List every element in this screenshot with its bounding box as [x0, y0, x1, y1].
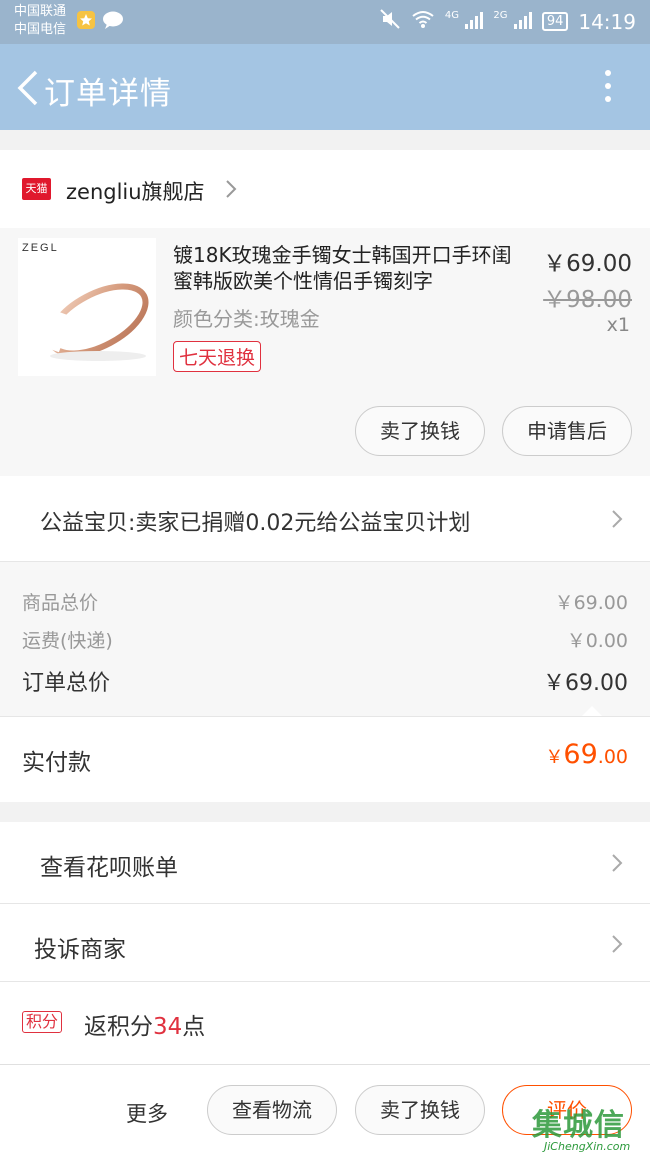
points-text: 返积分34点	[84, 1007, 205, 1041]
signal-4g-icon	[465, 11, 484, 29]
charity-row[interactable]: 公益宝贝:卖家已捐赠0.02元给公益宝贝计划	[0, 476, 650, 562]
mute-icon	[379, 8, 401, 35]
points-number: 34	[153, 1014, 183, 1040]
paid-label: 实付款	[22, 750, 91, 776]
points-prefix: 返积分	[84, 1014, 153, 1040]
original-price: ￥98.00	[543, 287, 632, 313]
after-sale-button[interactable]: 申请售后	[502, 406, 632, 456]
huabei-bill-label: 查看花呗账单	[40, 855, 178, 881]
chevron-right-icon	[612, 510, 623, 528]
order-total-value: ￥69.00	[543, 671, 628, 696]
status-bar: 中国联通 中国电信 4G 2G 94 14:19	[0, 0, 650, 44]
complain-seller-row[interactable]: 投诉商家	[0, 904, 650, 982]
goods-total-value: ￥69.00	[554, 592, 628, 614]
order-total-row: 订单总价 ￥69.00	[22, 665, 628, 697]
complain-seller-label: 投诉商家	[34, 937, 126, 963]
net-2g-label: 2G	[493, 9, 508, 21]
goods-total-label: 商品总价	[22, 592, 99, 614]
points-badge: 积分	[22, 1011, 63, 1033]
bracelet-image	[40, 283, 149, 361]
carrier-2: 中国电信	[14, 22, 67, 37]
signal-2g-icon	[513, 11, 532, 29]
points-suffix: 点	[182, 1014, 206, 1040]
view-logistics-button[interactable]: 查看物流	[207, 1085, 337, 1135]
paid-row: 实付款 ￥69.00	[0, 716, 650, 802]
order-item[interactable]: ZEGL 镀18K玫瑰金手镯女士韩国开口手环闺蜜韩版欧美个性情侣手镯刻字 颜色分…	[0, 228, 650, 476]
shop-header[interactable]: 天猫 zengliu旗舰店	[0, 150, 650, 228]
chevron-right-icon	[226, 180, 237, 198]
more-button[interactable]: 更多	[126, 1098, 168, 1128]
goods-total-row: 商品总价 ￥69.00	[22, 588, 628, 615]
product-thumbnail[interactable]: ZEGL	[18, 238, 156, 376]
shipping-row: 运费(快递) ￥0.00	[22, 626, 628, 653]
product-title[interactable]: 镀18K玫瑰金手镯女士韩国开口手环闺蜜韩版欧美个性情侣手镯刻字	[173, 242, 523, 294]
chevron-right-icon	[612, 854, 623, 872]
status-right: 4G 2G 94 14:19	[379, 8, 636, 35]
paid-currency: ￥	[545, 747, 564, 768]
clock: 14:19	[578, 9, 636, 34]
price-summary: 商品总价 ￥69.00 运费(快递) ￥0.00 订单总价 ￥69.00	[0, 562, 650, 716]
sell-for-cash-button[interactable]: 卖了换钱	[355, 406, 485, 456]
chevron-right-icon	[612, 935, 623, 953]
product-quantity: x1	[606, 314, 630, 336]
carrier-info: 中国联通 中国电信	[14, 3, 66, 39]
shop-name[interactable]: zengliu旗舰店	[66, 176, 205, 206]
signal-4g: 4G	[444, 9, 484, 34]
paid-decimal: .00	[597, 746, 628, 768]
signal-2g: 2G	[493, 9, 532, 34]
back-arrow-icon[interactable]	[14, 70, 42, 106]
page-title: 订单详情	[44, 76, 172, 112]
carrier-1: 中国联通	[14, 4, 67, 19]
product-spec: 颜色分类:玫瑰金	[173, 307, 320, 331]
title-bar: 订单详情	[0, 44, 650, 130]
points-row: 积分 返积分34点	[0, 982, 650, 1064]
net-4g-label: 4G	[444, 9, 459, 21]
watermark-logo-text: 集城信	[532, 1108, 625, 1143]
seven-day-return-badge: 七天退换	[173, 341, 262, 372]
huabei-bill-row[interactable]: 查看花呗账单	[0, 822, 650, 904]
order-total-label: 订单总价	[22, 671, 111, 696]
charity-text: 公益宝贝:卖家已捐赠0.02元给公益宝贝计划	[40, 511, 471, 536]
thumbnail-brand: ZEGL	[22, 242, 59, 254]
more-menu-icon[interactable]	[604, 70, 612, 106]
watermark-logo: 集城信 JiChengXin.com	[532, 1100, 648, 1155]
paid-amount: ￥69.00	[545, 739, 628, 770]
wifi-icon	[411, 9, 435, 34]
battery-icon: 94	[541, 12, 569, 31]
watermark-url: JiChengXin.com	[544, 1140, 631, 1153]
paid-integer: 69	[563, 739, 598, 770]
sell-for-cash-button-bottom[interactable]: 卖了换钱	[355, 1085, 485, 1135]
shipping-value: ￥0.00	[566, 630, 628, 652]
product-price: ￥69.00	[543, 251, 632, 277]
message-icon	[102, 10, 124, 35]
shipping-label: 运费(快递)	[22, 630, 113, 652]
star-app-icon	[76, 10, 96, 35]
tmall-icon: 天猫	[22, 178, 51, 200]
